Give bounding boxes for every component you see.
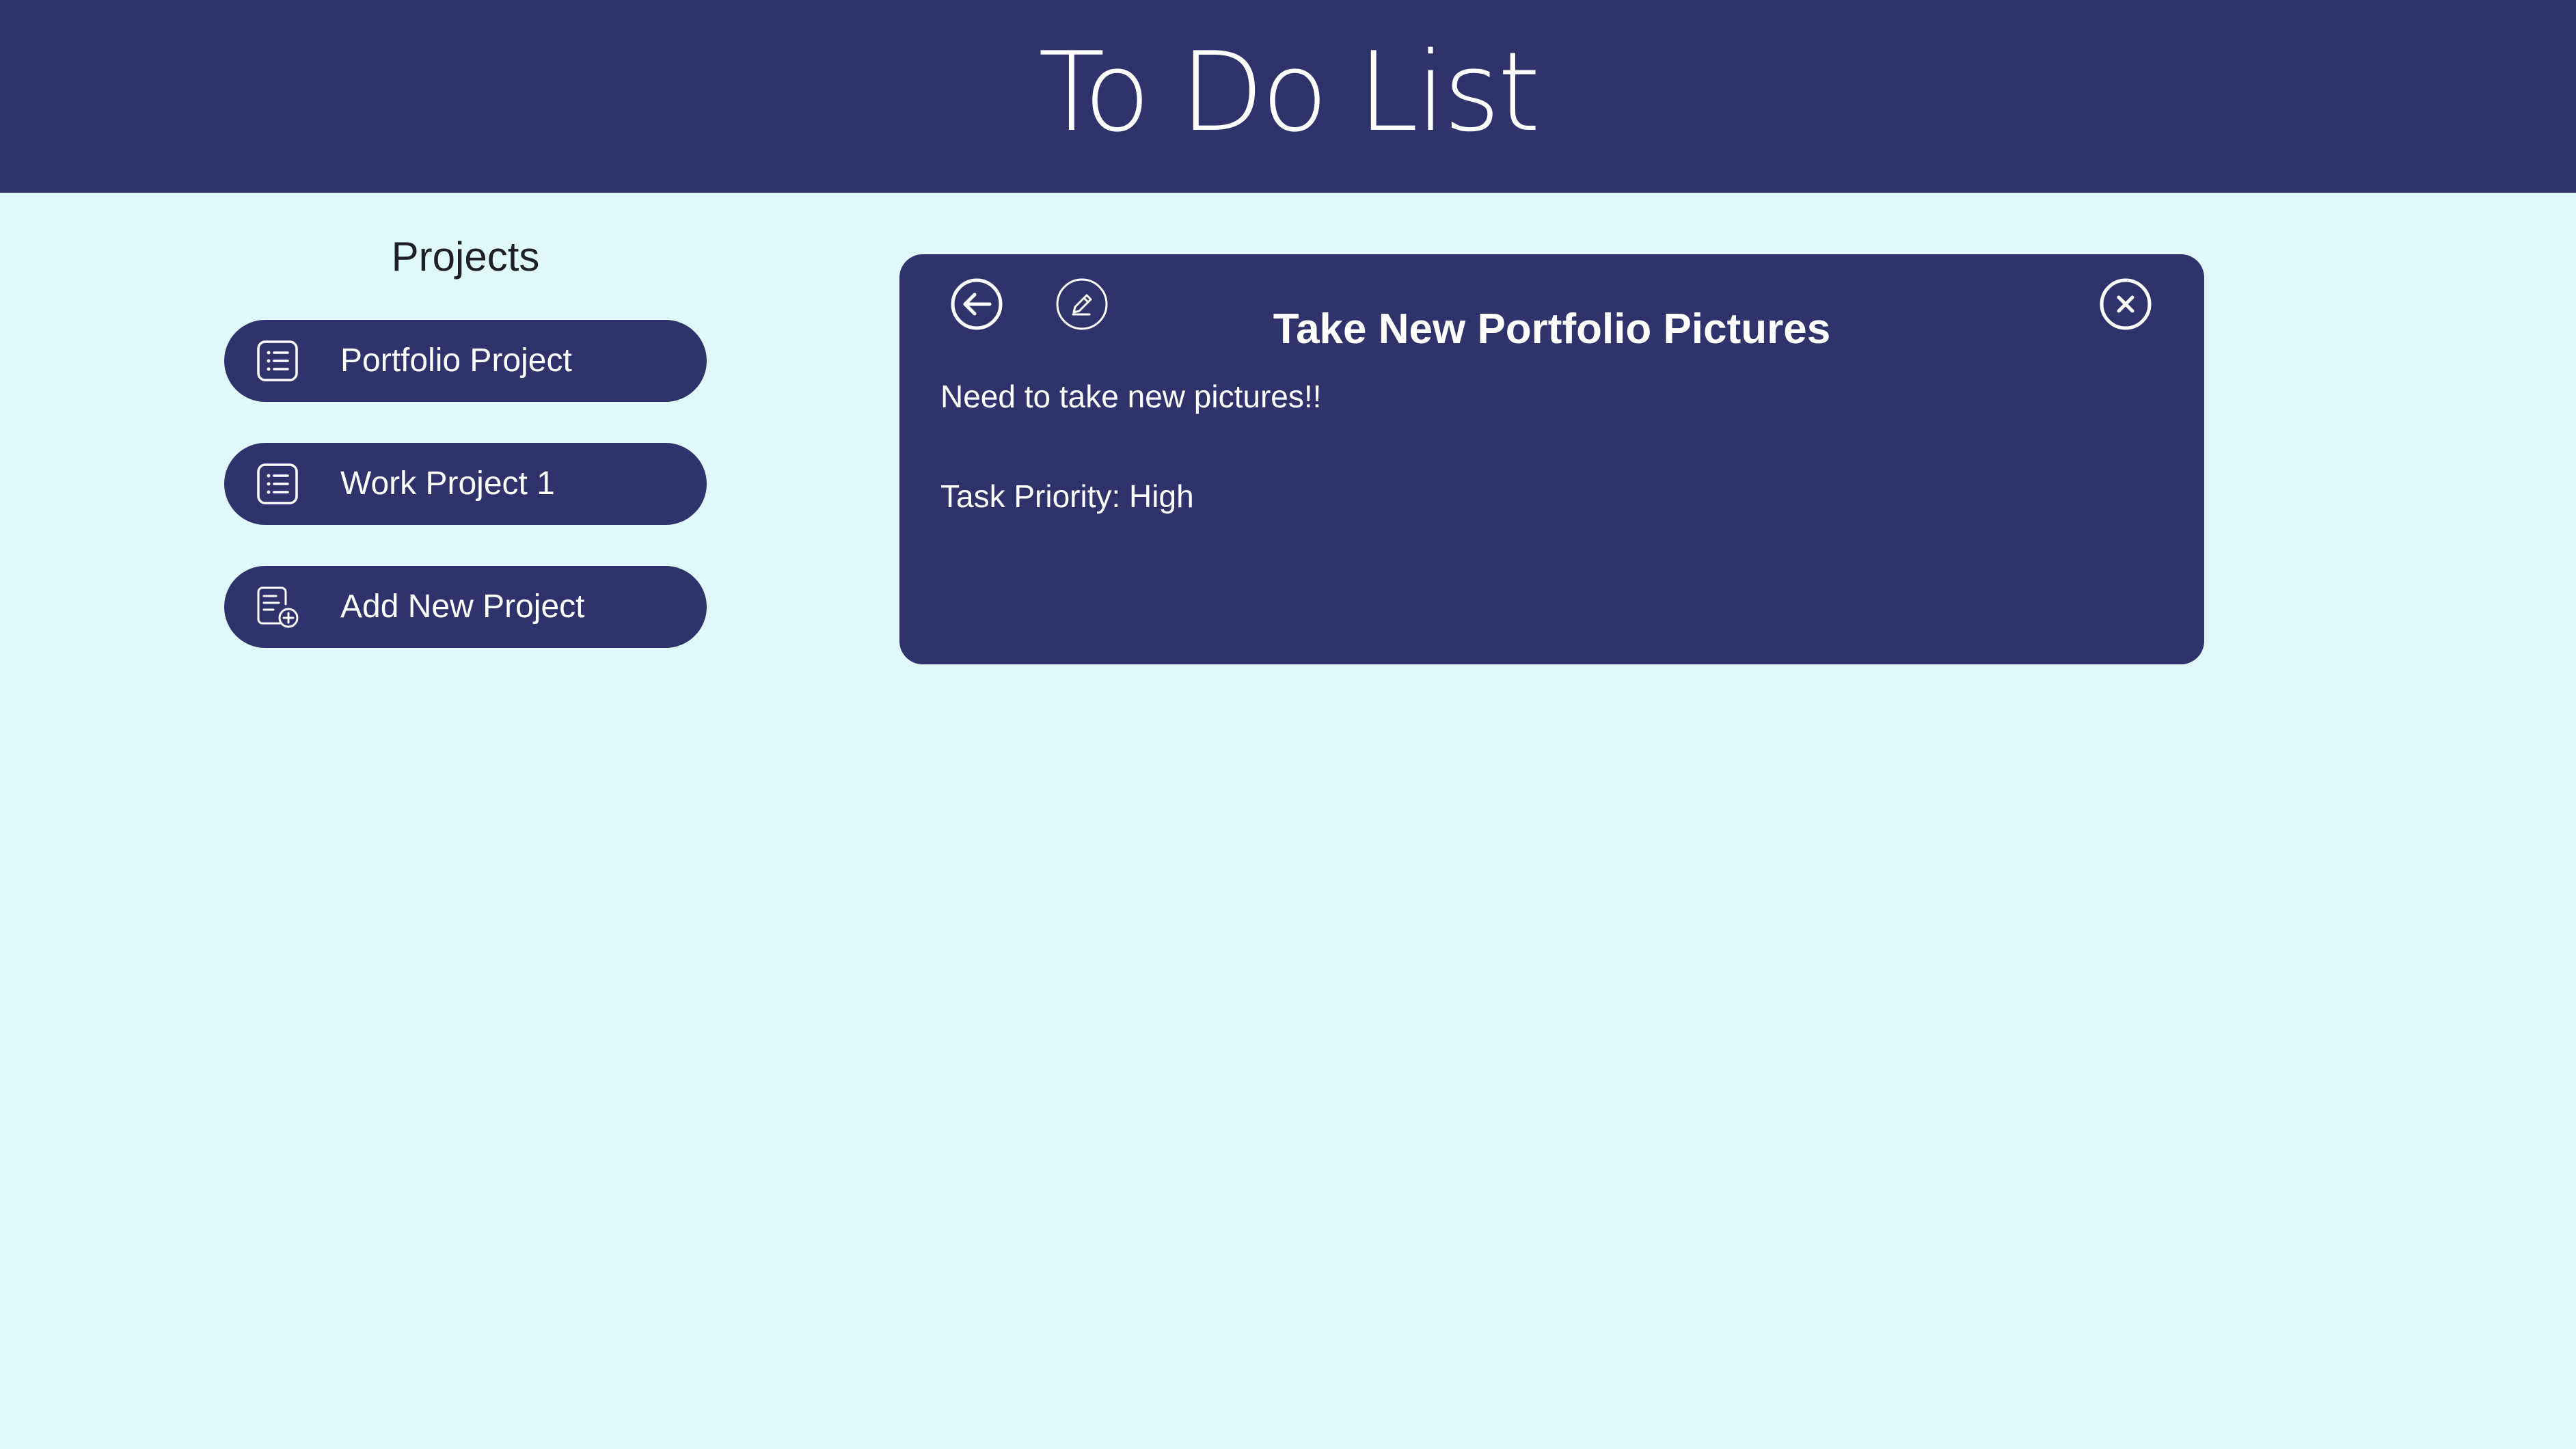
add-project-button[interactable]: Add New Project (224, 566, 707, 648)
add-document-icon (256, 585, 299, 629)
task-priority: Task Priority: High (940, 478, 1194, 514)
list-icon (256, 462, 299, 506)
app-header: To Do List (0, 0, 2576, 193)
task-title: Take New Portfolio Pictures (1273, 306, 1831, 353)
add-project-label: Add New Project (340, 588, 585, 625)
task-detail-card: Take New Portfolio Pictures Need to take… (899, 254, 2204, 664)
list-icon (256, 339, 299, 383)
project-button-work[interactable]: Work Project 1 (224, 443, 707, 525)
project-label: Portfolio Project (340, 342, 572, 379)
projects-heading: Projects (391, 234, 540, 280)
project-label: Work Project 1 (340, 465, 555, 502)
project-button-portfolio[interactable]: Portfolio Project (224, 320, 707, 402)
app-title: To Do List (1038, 28, 1541, 156)
task-description: Need to take new pictures!! (940, 379, 1322, 414)
